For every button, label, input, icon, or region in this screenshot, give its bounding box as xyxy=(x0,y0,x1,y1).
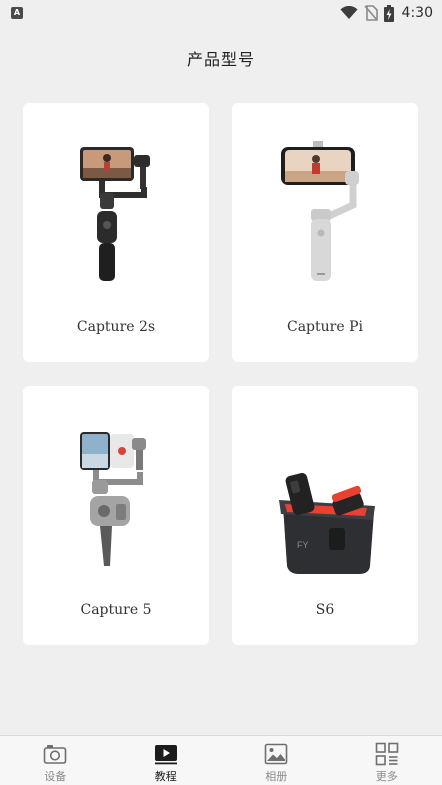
nav-item-album[interactable]: 相册 xyxy=(221,736,332,785)
nav-label: 相册 xyxy=(265,770,288,783)
product-name: Capture Pi xyxy=(287,319,363,335)
status-bar: A 4:30 xyxy=(0,0,442,26)
nav-label: 教程 xyxy=(154,770,177,783)
screen: A 4:30 产品型号 Capture 2s Capture Pi Captur… xyxy=(0,0,442,785)
grid-icon xyxy=(375,742,399,766)
clock: 4:30 xyxy=(401,5,433,21)
wifi-icon xyxy=(340,6,358,19)
product-name: Capture 5 xyxy=(80,602,152,618)
bottom-nav: 设备 教程 相册 更多 xyxy=(0,735,442,785)
gimbal-white-icon xyxy=(281,141,359,281)
play-icon xyxy=(154,745,177,765)
gimbal-gray-icon xyxy=(80,432,146,566)
nav-item-tutorial[interactable]: 教程 xyxy=(111,736,222,785)
product-name: Capture 2s xyxy=(76,319,156,335)
status-left: A xyxy=(11,7,23,19)
svg-text:FY: FY xyxy=(297,540,309,550)
nav-label: 设备 xyxy=(44,770,67,783)
product-card-capture-pi[interactable]: Capture Pi xyxy=(232,103,418,362)
page-title: 产品型号 xyxy=(186,50,255,69)
product-card-s6[interactable]: FY S6 xyxy=(232,386,418,645)
status-right: 4:30 xyxy=(340,4,433,22)
notification-icon: A xyxy=(11,7,23,19)
wireless-mic-case-icon: FY xyxy=(279,472,375,574)
product-card-capture-2s[interactable]: Capture 2s xyxy=(23,103,209,362)
no-sim-icon xyxy=(363,5,378,21)
nav-item-device[interactable]: 设备 xyxy=(0,736,111,785)
nav-label: 更多 xyxy=(375,770,398,783)
nav-item-more[interactable]: 更多 xyxy=(332,736,442,785)
product-card-capture-5[interactable]: Capture 5 xyxy=(23,386,209,645)
gimbal-dark-icon xyxy=(80,147,150,281)
product-name: S6 xyxy=(315,602,335,618)
gallery-icon xyxy=(264,743,288,765)
camera-icon xyxy=(43,745,67,764)
battery-charging-icon xyxy=(383,4,394,22)
